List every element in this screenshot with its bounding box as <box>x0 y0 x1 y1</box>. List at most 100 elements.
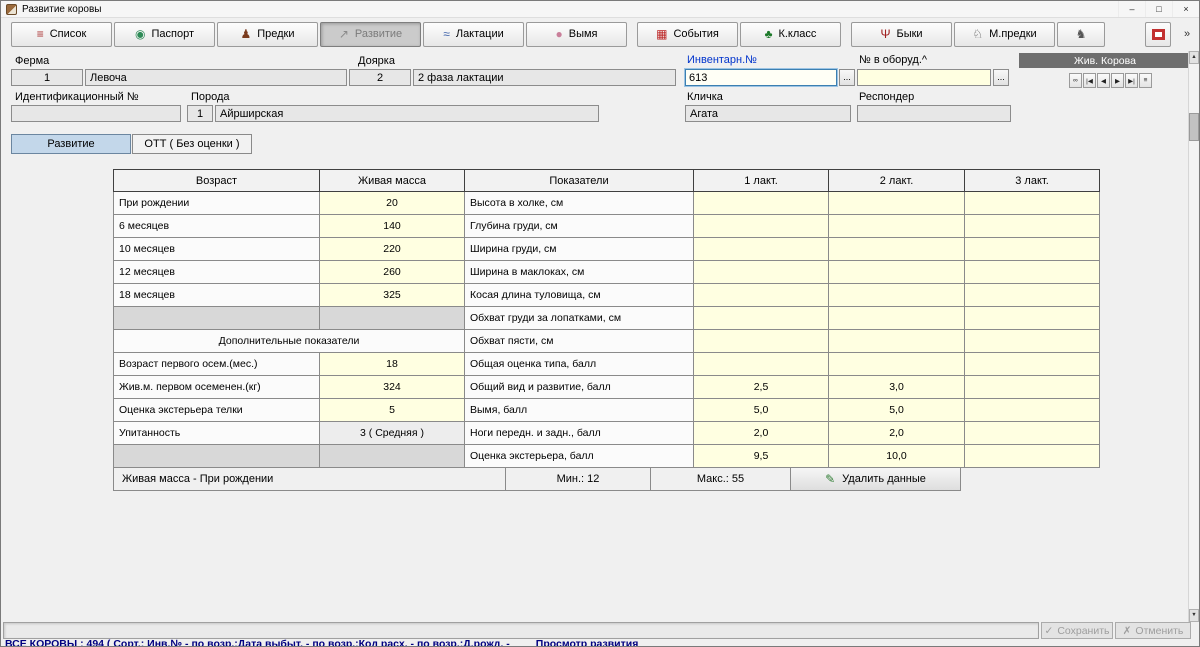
toolbar-button-sobytiya[interactable]: ▦События <box>637 22 738 47</box>
mass-cell[interactable]: 140 <box>320 215 465 238</box>
lact1-cell[interactable]: 5,0 <box>694 399 829 422</box>
mass-cell[interactable]: 220 <box>320 238 465 261</box>
toolbar-button-laktacii[interactable]: ≈Лактации <box>423 22 524 47</box>
lact2-cell[interactable] <box>829 284 965 307</box>
age-cell <box>114 445 320 468</box>
nav-last-button[interactable]: ▶| <box>1125 73 1138 88</box>
nav-search-button[interactable]: ∞ <box>1069 73 1082 88</box>
lact2-cell[interactable]: 2,0 <box>829 422 965 445</box>
toolbar-button-label: Паспорт <box>151 28 194 40</box>
save-button[interactable]: ✓ Сохранить <box>1041 622 1113 639</box>
lact1-cell[interactable]: 2,5 <box>694 376 829 399</box>
delete-data-button[interactable]: ✎ Удалить данные <box>790 467 961 491</box>
lact3-cell[interactable] <box>965 330 1100 353</box>
lact3-cell[interactable] <box>965 376 1100 399</box>
equipment-input[interactable] <box>857 69 991 86</box>
prev-icon: ◀ <box>1101 77 1106 85</box>
lact3-cell[interactable] <box>965 238 1100 261</box>
lact2-cell[interactable] <box>829 307 965 330</box>
vertical-scrollbar[interactable]: ▲ ▼ <box>1188 51 1198 622</box>
minimize-button[interactable]: – <box>1118 1 1145 17</box>
scrollbar-thumb[interactable] <box>1189 113 1199 141</box>
mass-cell <box>320 445 465 468</box>
lact3-cell[interactable] <box>965 261 1100 284</box>
lact3-cell[interactable] <box>965 307 1100 330</box>
breed-label: Порода <box>191 91 230 103</box>
indicator-cell: Ноги передн. и задн., балл <box>465 422 694 445</box>
mass-cell[interactable]: 3 ( Средняя ) <box>320 422 465 445</box>
toolbar-overflow-button[interactable]: » <box>1179 22 1195 47</box>
indicator-cell: Обхват пясти, см <box>465 330 694 353</box>
table-row: Жив.м. первом осеменен.(кг)324Общий вид … <box>114 376 1100 399</box>
lact2-cell[interactable]: 3,0 <box>829 376 965 399</box>
lact1-cell[interactable] <box>694 261 829 284</box>
maximize-button[interactable]: □ <box>1145 1 1172 17</box>
status-well <box>3 622 1039 639</box>
toolbar-button-dog[interactable]: ♞ <box>1057 22 1105 47</box>
lact1-cell[interactable] <box>694 307 829 330</box>
mass-cell[interactable]: 5 <box>320 399 465 422</box>
inventory-ellipsis-button[interactable]: ... <box>839 69 855 86</box>
mass-cell[interactable]: 260 <box>320 261 465 284</box>
toolbar-button-kklass[interactable]: ♣К.класс <box>740 22 841 47</box>
toolbar-button-vymya[interactable]: ●Вымя <box>526 22 627 47</box>
table-row: 18 месяцев325Косая длина туловища, см <box>114 284 1100 307</box>
mass-cell[interactable]: 325 <box>320 284 465 307</box>
tab-razvitie[interactable]: Развитие <box>11 134 131 154</box>
lact3-cell[interactable] <box>965 192 1100 215</box>
ident-label: Идентификационный № <box>15 91 139 103</box>
cancel-button[interactable]: ✗ Отменить <box>1115 622 1191 639</box>
toolbar-button-spisok[interactable]: ≡Список <box>11 22 112 47</box>
age-cell: Оценка экстерьера телки <box>114 399 320 422</box>
inventory-input[interactable] <box>685 69 837 86</box>
lact3-cell[interactable] <box>965 445 1100 468</box>
lact2-cell[interactable]: 5,0 <box>829 399 965 422</box>
lact2-cell[interactable] <box>829 261 965 284</box>
toolbar-button-mpredki[interactable]: ♘М.предки <box>954 22 1055 47</box>
toolbar-button-razvitie[interactable]: ↗Развитие <box>320 22 421 47</box>
next-icon: ▶ <box>1115 77 1120 85</box>
lact2-cell[interactable]: 10,0 <box>829 445 965 468</box>
nav-first-button[interactable]: |◀ <box>1083 73 1096 88</box>
lact2-cell[interactable] <box>829 330 965 353</box>
lact1-cell[interactable]: 9,5 <box>694 445 829 468</box>
lact1-cell[interactable] <box>694 215 829 238</box>
lact1-cell[interactable] <box>694 353 829 376</box>
passport-icon: ◉ <box>135 28 145 40</box>
lact2-cell[interactable] <box>829 353 965 376</box>
tab-ott[interactable]: ОТТ ( Без оценки ) <box>132 134 252 154</box>
scroll-down-icon[interactable]: ▼ <box>1189 609 1199 622</box>
nav-next-button[interactable]: ▶ <box>1111 73 1124 88</box>
pencil-icon: ✎ <box>825 473 835 485</box>
lact3-cell[interactable] <box>965 284 1100 307</box>
lact1-cell[interactable] <box>694 192 829 215</box>
toolbar-button-predki[interactable]: ♟Предки <box>217 22 318 47</box>
table-row: При рождении20Высота в холке, см <box>114 192 1100 215</box>
lact3-cell[interactable] <box>965 422 1100 445</box>
lact3-cell[interactable] <box>965 353 1100 376</box>
nav-list-button[interactable]: ≡ <box>1139 73 1152 88</box>
exit-button[interactable] <box>1145 22 1171 47</box>
lact3-cell[interactable] <box>965 215 1100 238</box>
table-row: Дополнительные показателиОбхват пясти, с… <box>114 330 1100 353</box>
lact1-cell[interactable] <box>694 284 829 307</box>
mass-cell[interactable]: 324 <box>320 376 465 399</box>
equipment-ellipsis-button[interactable]: ... <box>993 69 1009 86</box>
mass-cell[interactable]: 18 <box>320 353 465 376</box>
scroll-up-icon[interactable]: ▲ <box>1189 51 1199 64</box>
close-button[interactable]: × <box>1172 1 1199 17</box>
lact2-cell[interactable] <box>829 215 965 238</box>
responder-label: Респондер <box>859 91 914 103</box>
toolbar-button-byki[interactable]: ΨБыки <box>851 22 952 47</box>
lact1-cell[interactable] <box>694 238 829 261</box>
table-row: 6 месяцев140Глубина груди, см <box>114 215 1100 238</box>
lact3-cell[interactable] <box>965 399 1100 422</box>
status-sort-text: ВСЕ КОРОВЫ : 494 ( Сорт.: Инв.№ - по воз… <box>5 638 510 647</box>
lact2-cell[interactable] <box>829 238 965 261</box>
nav-prev-button[interactable]: ◀ <box>1097 73 1110 88</box>
lact2-cell[interactable] <box>829 192 965 215</box>
toolbar-button-pasport[interactable]: ◉ Паспорт <box>114 22 215 47</box>
lact1-cell[interactable]: 2,0 <box>694 422 829 445</box>
lact1-cell[interactable] <box>694 330 829 353</box>
mass-cell[interactable]: 20 <box>320 192 465 215</box>
